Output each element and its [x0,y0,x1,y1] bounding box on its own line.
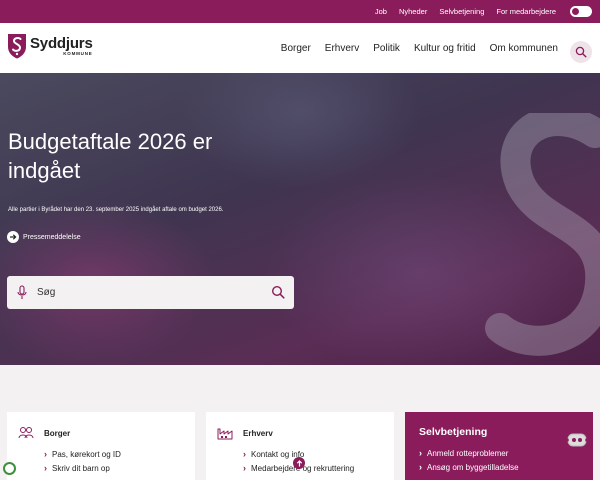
decorative-s-icon [485,113,600,356]
util-link-selvbetjening[interactable]: Selvbetjening [439,7,484,16]
accessibility-badge-icon[interactable] [3,462,16,475]
card-link-label: Anmeld rotteproblemer [427,448,509,458]
nav-om-kommunen[interactable]: Om kommunen [490,43,558,54]
card-title: Borger [44,429,71,438]
chatbot-icon[interactable] [565,432,589,468]
card-title: Erhverv [243,429,273,438]
hero-title: Budgetaftale 2026 er indgået [8,129,213,183]
util-link-medarbejdere[interactable]: For medarbejdere [496,7,556,16]
logo-sub: KOMMUNE [63,50,93,56]
syddjurs-shield-icon [8,34,26,59]
search-icon [575,46,587,58]
card-title: Selvbetjening [419,426,488,438]
chevron-right-icon: › [243,463,246,473]
chevron-right-icon: › [44,463,47,473]
microphone-icon[interactable] [17,285,27,300]
factory-icon [217,428,233,440]
card-link-label: Skriv dit barn op [52,463,110,473]
logo-wordmark: Syddjurs KOMMUNE [30,36,93,57]
arrow-right-icon [7,231,19,243]
card-link[interactable]: › Anmeld rotteproblemer [419,446,519,460]
nav-politik[interactable]: Politik [373,43,400,54]
header-search-button[interactable] [570,41,592,63]
arrow-up-icon [296,459,302,466]
utility-bar: Job Nyheder Selvbetjening For medarbejde… [0,0,600,23]
chevron-right-icon: › [419,462,422,472]
chevron-right-icon: › [419,448,422,458]
press-release-link[interactable]: Pressemeddelelse [7,231,81,243]
press-release-label: Pressemeddelelse [23,233,81,241]
hero-search-box [7,276,294,309]
scroll-to-top-button[interactable] [293,457,305,469]
chevron-right-icon: › [243,449,246,459]
logo-name: Syddjurs [30,34,93,52]
card-erhverv: Erhverv › Kontakt og info › Medarbejdere o… [206,412,394,480]
toggle-knob [572,8,579,15]
card-link[interactable]: › Pas, kørekort og ID [44,447,121,461]
nav-erhverv[interactable]: Erhverv [325,43,359,54]
chevron-right-icon: › [44,449,47,459]
card-link-list: › Pas, kørekort og ID › Skriv dit barn op [44,447,121,475]
card-borger: Borger › Pas, kørekort og ID › Skriv dit b… [7,412,195,480]
search-submit-icon[interactable] [271,285,285,299]
card-link[interactable]: › Skriv dit barn op [44,461,121,475]
search-input[interactable] [37,276,257,309]
nav-kultur-og-fritid[interactable]: Kultur og fritid [414,43,476,54]
site-logo[interactable]: Syddjurs KOMMUNE [7,33,93,59]
card-link-list: › Anmeld rotteproblemer › Ansøg om byggeti… [419,446,519,474]
hero-banner: Budgetaftale 2026 er indgået Alle partie… [0,73,600,365]
util-link-nyheder[interactable]: Nyheder [399,7,427,16]
main-nav: Borger Erhverv Politik Kultur og fritid … [281,23,558,73]
card-link-label: Pas, kørekort og ID [52,449,121,459]
people-icon [18,427,34,439]
card-link-label: Ansøg om byggetilladelse [427,462,519,472]
util-link-job[interactable]: Job [375,7,387,16]
hero-description: Alle partier i Byrådet har den 23. septe… [8,207,224,213]
main-header: Syddjurs KOMMUNE Borger Erhverv Politik … [0,23,600,73]
card-link[interactable]: › Ansøg om byggetilladelse [419,460,519,474]
nav-borger[interactable]: Borger [281,43,311,54]
contrast-toggle[interactable] [570,6,592,17]
